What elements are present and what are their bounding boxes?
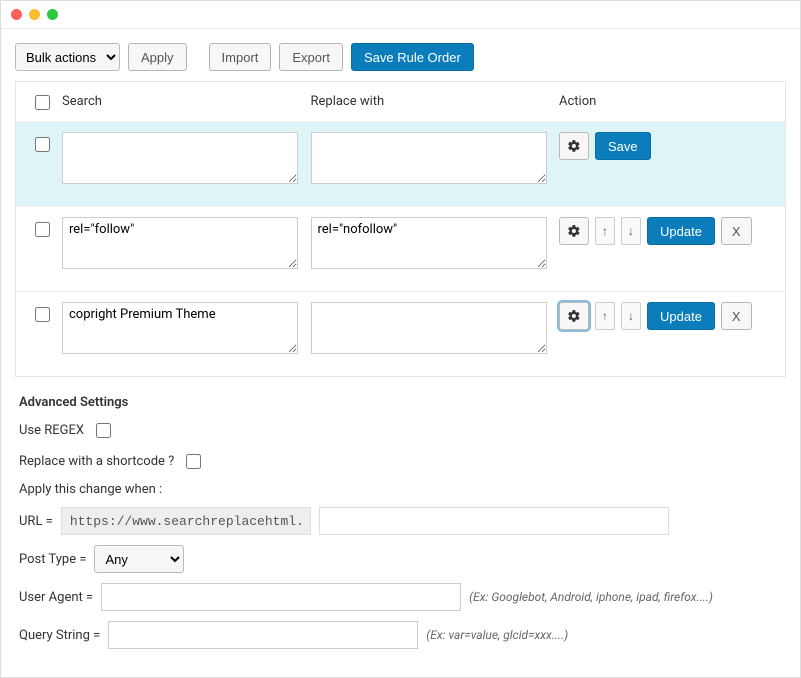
use-regex-checkbox[interactable] [96,423,111,438]
delete-button[interactable]: X [721,217,752,245]
gear-icon[interactable] [559,132,589,160]
import-button[interactable]: Import [209,43,272,71]
move-down-button[interactable]: ↓ [621,217,641,245]
search-input[interactable] [62,132,298,184]
table-header: Search Replace with Action [16,82,785,121]
titlebar [1,1,800,29]
maximize-icon[interactable] [47,9,58,20]
minimize-icon[interactable] [29,9,40,20]
apply-button[interactable]: Apply [128,43,187,71]
table-row: ↑↓UpdateX [16,291,785,376]
table-row: Save [16,121,785,206]
post-type-row: Post Type = Any [19,545,782,573]
select-all-checkbox[interactable] [35,95,50,110]
url-extra-input[interactable] [319,507,669,535]
replace-input[interactable] [311,132,547,184]
search-input[interactable] [62,217,298,269]
move-up-button[interactable]: ↑ [595,302,615,330]
gear-icon[interactable] [559,217,589,245]
replace-shortcode-checkbox[interactable] [186,454,201,469]
toolbar: Bulk actions Apply Import Export Save Ru… [15,43,786,71]
url-value [61,507,311,535]
query-string-label: Query String = [19,628,100,643]
close-icon[interactable] [11,9,22,20]
replace-input[interactable] [311,217,547,269]
user-agent-label: User Agent = [19,590,93,605]
table-row: ↑↓UpdateX [16,206,785,291]
move-down-button[interactable]: ↓ [621,302,641,330]
replace-shortcode-row: Replace with a shortcode ? [19,451,782,472]
col-replace: Replace with [311,94,560,109]
export-button[interactable]: Export [279,43,343,71]
update-button[interactable]: Update [647,217,715,245]
row-actions: ↑↓UpdateX [559,217,779,245]
advanced-heading: Advanced Settings [19,395,782,410]
move-up-button[interactable]: ↑ [595,217,615,245]
query-string-row: Query String = (Ex: var=value, glcid=xxx… [19,621,782,649]
row-actions: Save [559,132,779,160]
bulk-actions-select[interactable]: Bulk actions [15,43,120,71]
query-string-input[interactable] [108,621,418,649]
user-agent-row: User Agent = (Ex: Googlebot, Android, ip… [19,583,782,611]
col-search: Search [62,94,311,109]
rules-table: Search Replace with Action Save↑↓UpdateX… [15,81,786,377]
url-row: URL = [19,507,782,535]
url-label: URL = [19,514,53,529]
post-type-label: Post Type = [19,552,86,567]
apply-when-label: Apply this change when : [19,482,162,497]
apply-when-row: Apply this change when : [19,482,782,497]
query-string-hint: (Ex: var=value, glcid=xxx....) [426,628,568,642]
delete-button[interactable]: X [721,302,752,330]
use-regex-label: Use REGEX [19,423,84,438]
save-rule-order-button[interactable]: Save Rule Order [351,43,474,71]
col-action: Action [559,94,779,109]
replace-input[interactable] [311,302,547,354]
search-input[interactable] [62,302,298,354]
row-checkbox[interactable] [35,137,50,152]
row-checkbox[interactable] [35,222,50,237]
row-actions: ↑↓UpdateX [559,302,779,330]
user-agent-hint: (Ex: Googlebot, Android, iphone, ipad, f… [469,590,713,604]
user-agent-input[interactable] [101,583,461,611]
content-area: Bulk actions Apply Import Export Save Ru… [1,29,800,677]
update-button[interactable]: Update [647,302,715,330]
gear-icon[interactable] [559,302,589,330]
replace-shortcode-label: Replace with a shortcode ? [19,454,174,469]
row-checkbox[interactable] [35,307,50,322]
advanced-settings: Advanced Settings Use REGEX Replace with… [15,377,786,663]
use-regex-row: Use REGEX [19,420,782,441]
post-type-select[interactable]: Any [94,545,184,573]
app-window: Bulk actions Apply Import Export Save Ru… [0,0,801,678]
save-button[interactable]: Save [595,132,651,160]
